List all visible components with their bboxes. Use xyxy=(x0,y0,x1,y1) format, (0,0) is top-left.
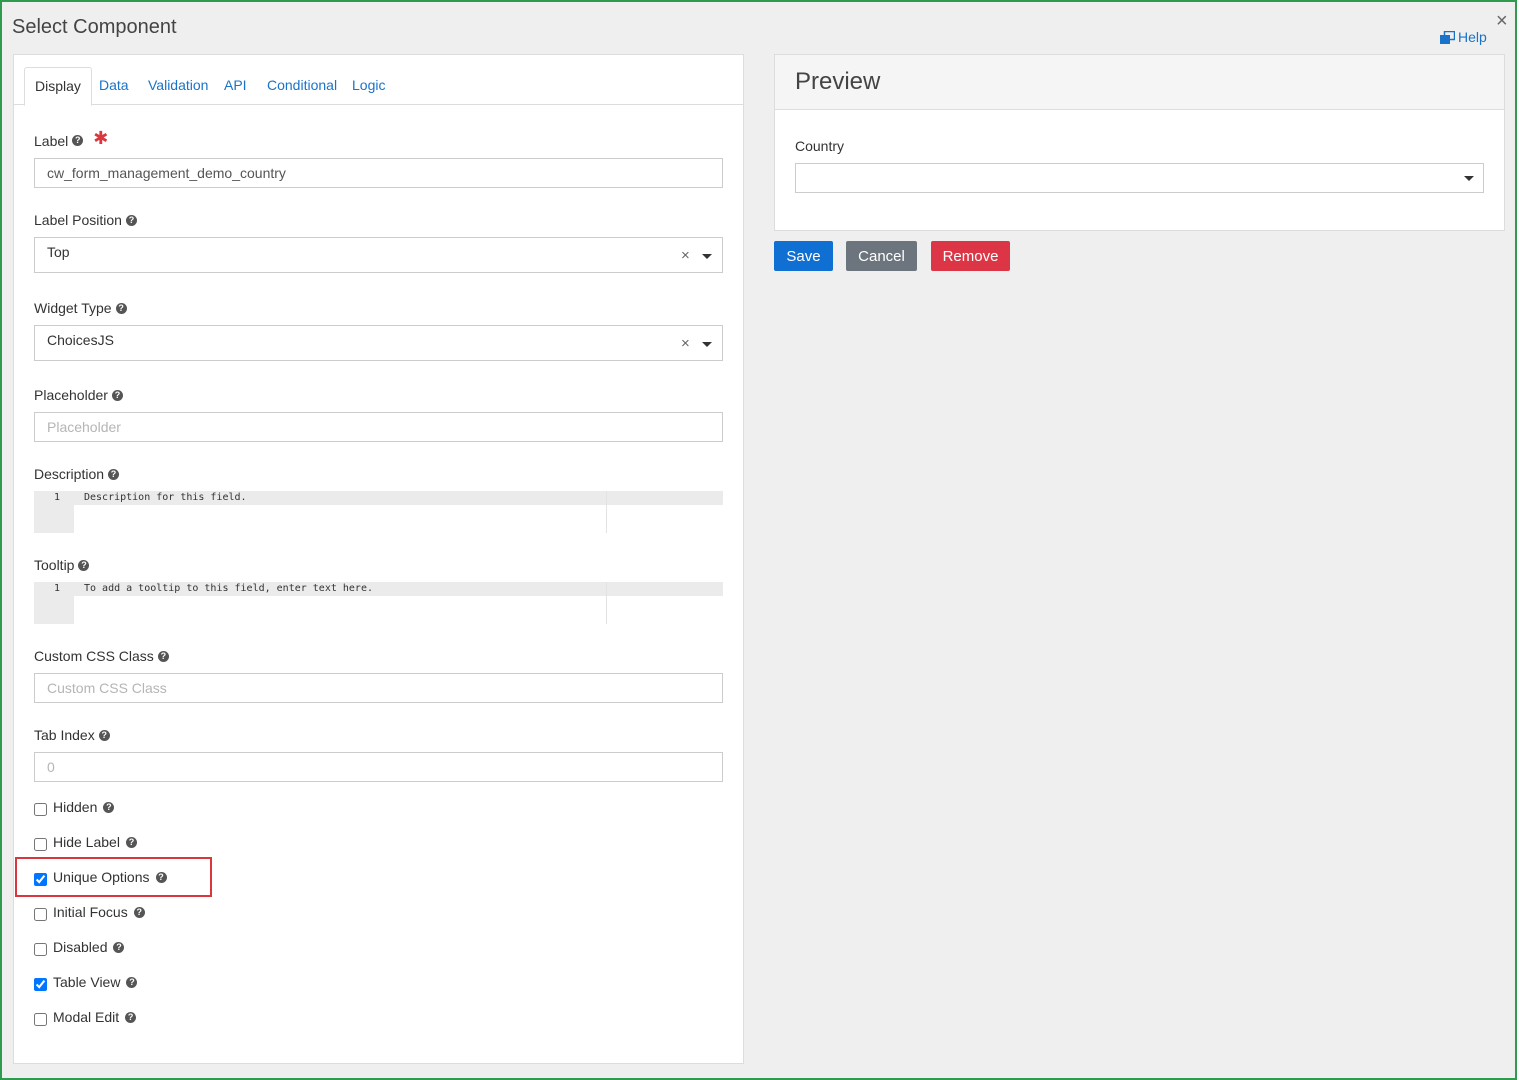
initial-focus-checkbox[interactable] xyxy=(34,907,47,921)
question-circle-icon[interactable]: ? xyxy=(111,389,123,401)
tab-api[interactable]: API xyxy=(224,77,247,93)
close-icon[interactable]: × xyxy=(1496,11,1508,31)
question-circle-icon[interactable]: ? xyxy=(126,976,138,988)
widget-type-select[interactable]: ChoicesJS × xyxy=(34,325,723,361)
disabled-checkbox[interactable] xyxy=(34,942,47,956)
line-number: 1 xyxy=(54,583,61,594)
preview-header: Preview xyxy=(775,55,1504,110)
modal-edit-checkbox[interactable] xyxy=(34,1012,47,1026)
clear-x-icon[interactable]: × xyxy=(681,247,690,264)
preview-panel: Preview Country xyxy=(774,54,1505,231)
label-position-value: Top xyxy=(47,244,70,260)
custom-css-label: Custom CSS Class ? xyxy=(34,648,169,664)
question-circle-icon[interactable]: ? xyxy=(125,836,137,848)
tab-bar: Display Data Validation API Conditional … xyxy=(14,55,743,106)
settings-panel: Display Data Validation API Conditional … xyxy=(13,54,744,1064)
preview-country-select[interactable] xyxy=(795,163,1484,193)
question-circle-icon[interactable]: ? xyxy=(115,302,127,314)
tab-data[interactable]: Data xyxy=(99,77,129,93)
disabled-checkbox-row[interactable]: Disabled ? xyxy=(34,939,125,956)
placeholder-input[interactable] xyxy=(34,412,723,442)
widget-type-label: Widget Type ? xyxy=(34,300,127,316)
placeholder-label: Placeholder ? xyxy=(34,387,123,403)
help-label: Help xyxy=(1458,29,1487,45)
tooltip-editor[interactable]: 1 To add a tooltip to this field, enter … xyxy=(34,582,723,624)
tab-validation[interactable]: Validation xyxy=(148,77,208,93)
print-margin xyxy=(606,491,607,533)
caret-down-icon[interactable] xyxy=(1464,176,1474,181)
question-circle-icon[interactable]: ? xyxy=(72,135,84,146)
question-circle-icon[interactable]: ? xyxy=(103,801,115,813)
label-position-label: Label Position ? xyxy=(34,212,137,228)
description-editor[interactable]: 1 Description for this field. xyxy=(34,491,723,533)
highlight-box xyxy=(15,857,212,897)
line-number: 1 xyxy=(54,492,61,503)
remove-button[interactable]: Remove xyxy=(931,241,1010,271)
tab-index-label: Tab Index ? xyxy=(34,727,110,743)
external-window-icon xyxy=(1440,30,1455,44)
cancel-button[interactable]: Cancel xyxy=(846,241,917,271)
description-label: Description ? xyxy=(34,466,120,482)
component-dialog: Select Component × Help Display Data Val… xyxy=(0,0,1517,1080)
tab-index-input[interactable] xyxy=(34,752,723,782)
tab-conditional[interactable]: Conditional xyxy=(267,77,337,93)
caret-down-icon[interactable] xyxy=(702,342,712,347)
label-position-select[interactable]: Top × xyxy=(34,237,723,273)
hidden-checkbox-row[interactable]: Hidden ? xyxy=(34,799,115,816)
table-view-checkbox[interactable] xyxy=(34,977,47,991)
preview-country-label: Country xyxy=(795,138,845,154)
tab-display[interactable]: Display xyxy=(24,67,92,106)
tooltip-code-text: To add a tooltip to this field, enter te… xyxy=(84,583,373,594)
question-circle-icon[interactable]: ? xyxy=(125,214,137,226)
widget-type-value: ChoicesJS xyxy=(47,332,114,348)
save-button[interactable]: Save xyxy=(774,241,833,271)
description-code-text: Description for this field. xyxy=(84,492,247,503)
hidden-checkbox[interactable] xyxy=(34,802,47,816)
clear-x-icon[interactable]: × xyxy=(681,335,690,352)
question-circle-icon[interactable]: ? xyxy=(133,906,145,918)
question-circle-icon[interactable]: ? xyxy=(113,941,125,953)
question-circle-icon[interactable]: ? xyxy=(108,468,120,480)
tab-logic[interactable]: Logic xyxy=(352,77,385,93)
question-circle-icon[interactable]: ? xyxy=(157,650,169,662)
required-asterisk: ✱ xyxy=(93,128,109,148)
question-circle-icon[interactable]: ? xyxy=(125,1011,137,1023)
tooltip-label: Tooltip ? xyxy=(34,557,90,573)
hide-label-checkbox[interactable] xyxy=(34,837,47,851)
question-circle-icon[interactable]: ? xyxy=(98,729,110,741)
help-link[interactable]: Help xyxy=(1440,29,1487,45)
question-circle-icon[interactable]: ? xyxy=(78,559,90,571)
modal-edit-checkbox-row[interactable]: Modal Edit ? xyxy=(34,1009,137,1026)
custom-css-input[interactable] xyxy=(34,673,723,703)
dialog-title: Select Component xyxy=(12,16,177,38)
label-input[interactable] xyxy=(34,158,723,188)
caret-down-icon[interactable] xyxy=(702,254,712,259)
print-margin xyxy=(606,582,607,624)
label-field-label: Label ? ✱ xyxy=(34,128,109,149)
preview-title: Preview xyxy=(795,68,881,95)
hide-label-checkbox-row[interactable]: Hide Label ? xyxy=(34,834,137,851)
initial-focus-checkbox-row[interactable]: Initial Focus ? xyxy=(34,904,145,921)
table-view-checkbox-row[interactable]: Table View ? xyxy=(34,974,138,991)
